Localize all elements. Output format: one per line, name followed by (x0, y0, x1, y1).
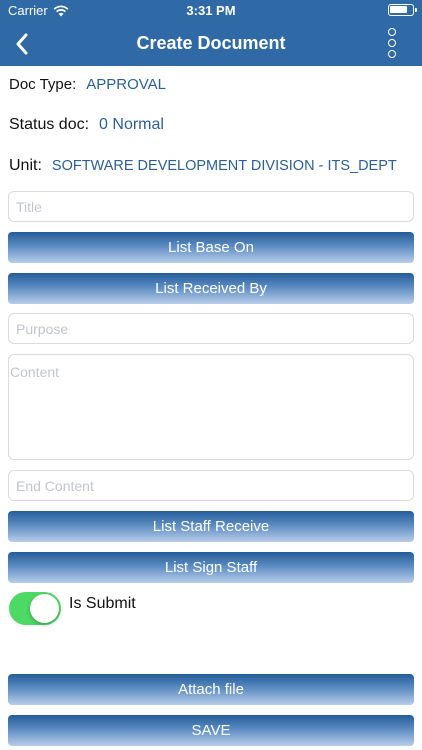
battery-icon (388, 4, 417, 16)
dot-icon (388, 39, 396, 47)
status-doc-row: Status doc: 0 Normal (9, 116, 164, 134)
status-doc-value[interactable]: 0 Normal (99, 116, 164, 134)
unit-row: Unit: SOFTWARE DEVELOPMENT DIVISION - IT… (9, 157, 397, 175)
doc-type-row: Doc Type: APPROVAL (9, 76, 166, 93)
doc-type-label: Doc Type: (9, 76, 77, 93)
title-input[interactable] (8, 191, 414, 222)
more-options-button[interactable] (384, 28, 400, 58)
attach-file-button[interactable]: Attach file (8, 674, 414, 705)
list-sign-staff-button[interactable]: List Sign Staff (8, 552, 414, 583)
content-textarea[interactable] (8, 354, 414, 460)
doc-type-value[interactable]: APPROVAL (86, 76, 166, 93)
dot-icon (388, 28, 396, 36)
status-doc-label: Status doc: (9, 116, 90, 133)
unit-label: Unit: (9, 157, 42, 174)
status-bar: Carrier 3:31 PM (0, 0, 422, 22)
is-submit-toggle[interactable] (9, 592, 61, 625)
end-content-input[interactable] (8, 470, 414, 501)
list-staff-receive-button[interactable]: List Staff Receive (8, 511, 414, 542)
is-submit-label: Is Submit (69, 595, 136, 612)
dot-icon (388, 50, 396, 58)
purpose-input[interactable] (8, 313, 414, 344)
unit-value[interactable]: SOFTWARE DEVELOPMENT DIVISION - ITS_DEPT (52, 158, 397, 174)
save-button[interactable]: SAVE (8, 715, 414, 746)
navigation-bar: Create Document (0, 22, 422, 66)
toggle-knob (30, 594, 59, 623)
header-bar: Carrier 3:31 PM Create Document (0, 0, 422, 66)
page-title: Create Document (136, 33, 286, 53)
clock: 3:31 PM (186, 3, 236, 18)
list-received-by-button[interactable]: List Received By (8, 273, 414, 304)
list-base-on-button[interactable]: List Base On (8, 232, 414, 263)
